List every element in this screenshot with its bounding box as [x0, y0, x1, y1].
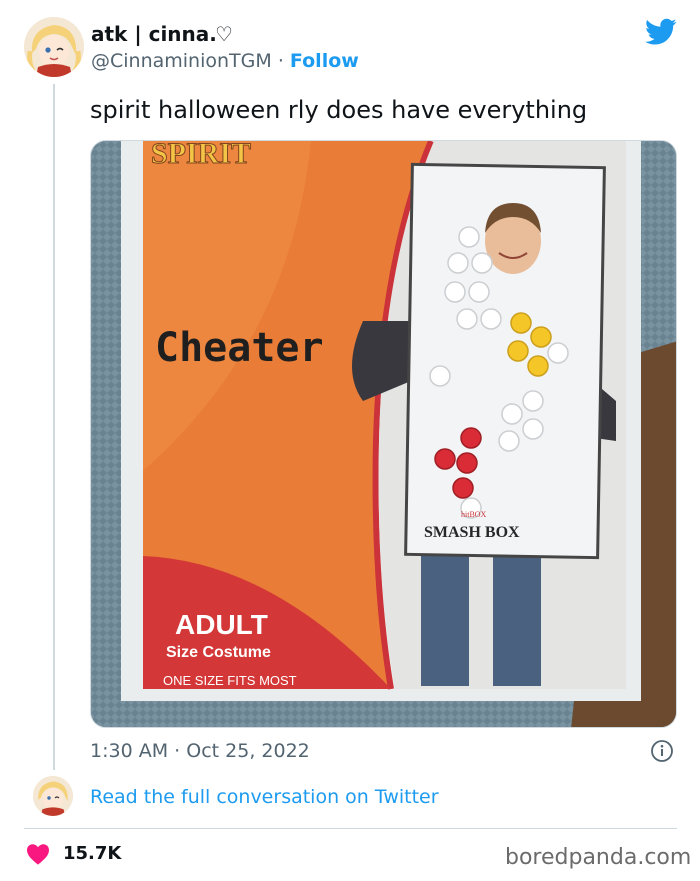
avatar-illustration — [24, 17, 84, 77]
info-icon[interactable] — [650, 739, 674, 763]
tweet-time: 1:30 AM — [90, 740, 169, 762]
divider — [24, 828, 677, 829]
read-conversation-link[interactable]: Read the full conversation on Twitter — [90, 786, 439, 808]
follow-button[interactable]: Follow — [290, 50, 359, 72]
avatar-small-illustration — [33, 776, 73, 816]
reply-avatar[interactable] — [33, 776, 73, 816]
time-separator: · — [174, 740, 181, 762]
tweet-timestamp[interactable]: 1:30 AM · Oct 25, 2022 — [90, 740, 310, 762]
thread-line — [53, 84, 55, 770]
author-display-name[interactable]: atk | cinna. — [91, 22, 217, 46]
tweet-photo[interactable]: hitBOX SMASH BOX SPIRIT Cheater ADULT Si… — [90, 140, 677, 728]
author-handle-row: @CinnaminionTGM · Follow — [91, 50, 359, 72]
tweet-card: atk | cinna. ♡ @CinnaminionTGM · Follow … — [0, 0, 700, 881]
like-count[interactable]: 15.7K — [63, 843, 121, 864]
author-avatar[interactable] — [24, 17, 84, 77]
watermark: boredpanda.com — [505, 845, 692, 870]
costume-package-image: hitBOX SMASH BOX SPIRIT Cheater ADULT Si… — [91, 141, 676, 727]
handle-separator: · — [277, 50, 284, 72]
tweet-date: Oct 25, 2022 — [186, 740, 310, 762]
tweet-text: spirit halloween rly does have everythin… — [90, 96, 588, 124]
author-handle[interactable]: @CinnaminionTGM — [91, 50, 272, 72]
heart-icon[interactable] — [25, 843, 51, 865]
name-heart-symbol: ♡ — [215, 22, 233, 46]
twitter-bird-icon[interactable] — [645, 18, 677, 46]
